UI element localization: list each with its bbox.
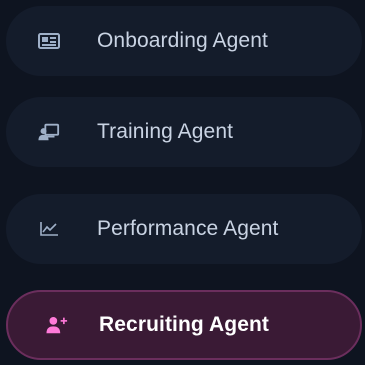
agent-label: Performance Agent [97, 217, 279, 240]
agent-list: Onboarding Agent Training Agent Performa… [0, 0, 365, 365]
agent-label: Recruiting Agent [99, 313, 269, 336]
id-card-icon [38, 30, 60, 52]
agent-item-performance[interactable]: Performance Agent [6, 194, 362, 264]
agent-label: Training Agent [97, 120, 234, 143]
presentation-icon [38, 121, 60, 143]
agent-item-training[interactable]: Training Agent [6, 97, 362, 167]
add-user-icon [46, 314, 68, 336]
agent-item-recruiting[interactable]: Recruiting Agent [6, 290, 362, 360]
agent-label: Onboarding Agent [97, 29, 268, 52]
agent-item-onboarding[interactable]: Onboarding Agent [6, 6, 362, 76]
line-chart-icon [38, 218, 60, 240]
